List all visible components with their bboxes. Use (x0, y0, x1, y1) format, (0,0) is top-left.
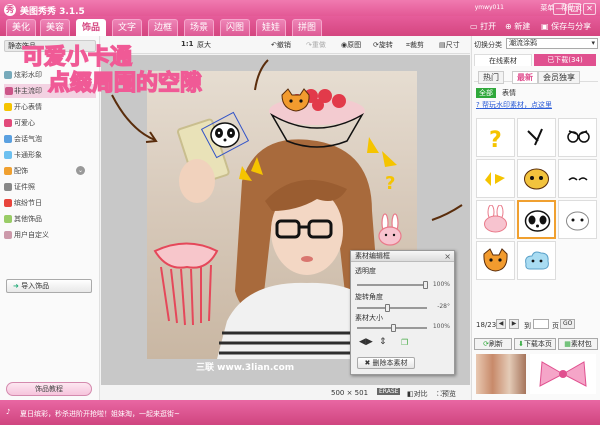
preview-button[interactable]: ⛶预览 (437, 389, 456, 399)
rotation-slider[interactable] (357, 304, 427, 312)
erase-button[interactable]: ERASE (377, 388, 401, 395)
right-panel: 切换分类 潮流涂鸦 ▾ 在线素材 已下载(34) 热门 最新 会员独享 全部 表… (471, 36, 600, 400)
arrow-to-panda (111, 94, 156, 141)
svg-text:?: ? (489, 128, 502, 152)
bow-icon (539, 361, 587, 387)
category-label: 切换分类 (474, 41, 502, 49)
overlay-line-2: 点缀周围的空隙 (48, 70, 202, 96)
sticker-cell[interactable] (517, 241, 556, 280)
delete-material-button[interactable]: ✖ 删除本素材 (357, 357, 415, 369)
page-input[interactable] (533, 319, 549, 329)
refresh-button[interactable]: ⟳刷新 (474, 338, 512, 350)
tab-online-materials[interactable]: 在线素材 (474, 54, 532, 66)
speaker-icon: ♪ (6, 408, 11, 416)
sticker-cell[interactable] (558, 159, 597, 198)
page-suffix: 页 (552, 322, 559, 330)
panda-sticker (524, 210, 551, 232)
size-knob[interactable] (391, 324, 396, 332)
filter-emoji[interactable]: 表情 (502, 88, 516, 98)
white-bunny-sticker (566, 211, 589, 231)
dialog-title: 素材编辑框 (351, 251, 454, 262)
help-icon: ? (476, 101, 480, 109)
transparency-value: 100% (432, 281, 450, 288)
promo-thumbnail-people[interactable] (476, 354, 526, 394)
subtab-new[interactable]: 最新 (512, 71, 538, 84)
size-label: 素材大小 (355, 314, 383, 322)
subtab-bar: 热门 最新 会员独享 (474, 70, 598, 84)
sticker-cell[interactable] (476, 159, 515, 198)
filter-all[interactable]: 全部 (476, 88, 496, 98)
image-dimensions: 500 × 501 (331, 389, 369, 397)
sticker-cell[interactable]: ? (476, 118, 515, 157)
next-page-icon[interactable]: ▶ (509, 319, 519, 329)
dialog-close-icon[interactable]: × (444, 252, 451, 261)
sticker-cell[interactable] (476, 241, 515, 280)
page-counter: 18/23 (476, 321, 497, 329)
sleepy-face-sticker (568, 177, 588, 181)
cheetah-sticker (524, 168, 549, 190)
rotation-label: 旋转角度 (355, 293, 383, 301)
overlay-line-1: 可爱小卡通 (22, 45, 132, 70)
compare-icon: ◧ (407, 390, 414, 398)
chevron-down-icon: ▾ (591, 39, 595, 47)
rotation-value: -28° (437, 303, 450, 310)
sticker-cell[interactable] (558, 118, 597, 157)
download-page-button[interactable]: ⬇下载本页 (514, 338, 556, 350)
arrow-to-cat (254, 59, 269, 91)
tab-downloaded[interactable]: 已下载(34) (534, 54, 596, 66)
sticker-cell[interactable] (476, 200, 515, 239)
transparency-knob[interactable] (423, 281, 428, 289)
status-message[interactable]: 夏日缤彩，秒杀进阶开抢啦！姐妹淘，一起来逛街~ (20, 409, 180, 419)
promo-thumbnail-bow[interactable] (530, 354, 596, 394)
sticker-cell[interactable] (517, 118, 556, 157)
help-link[interactable]: ? 帮玩水印素材，点这里 (476, 100, 552, 110)
size-slider[interactable] (357, 324, 427, 332)
canvas-status-bar: 500 × 501 ERASE ◧对比 ⛶预览 (325, 386, 470, 400)
rotation-knob[interactable] (385, 304, 390, 312)
bottom-status-bar: ♪ 夏日缤彩，秒杀进阶开抢啦！姐妹淘，一起来逛街~ (0, 400, 600, 425)
delete-icon: ✖ (364, 359, 371, 367)
prev-page-icon[interactable]: ◀ (496, 319, 506, 329)
angry-face-sticker (567, 130, 590, 143)
pack-icon: ▦ (564, 340, 571, 348)
arrow-to-bunny (431, 204, 463, 221)
transparency-slider[interactable] (357, 281, 428, 289)
goto-label: 到 (524, 322, 531, 330)
material-pack-button[interactable]: ▦素材包 (558, 338, 598, 350)
spikes-sticker (485, 172, 505, 186)
subtab-vip[interactable]: 会员独享 (538, 71, 580, 84)
category-select[interactable]: 潮流涂鸦 ▾ (506, 38, 598, 49)
check-mark-sticker (527, 128, 543, 146)
copy-icon[interactable]: ❐ (401, 338, 408, 347)
flip-vertical-icon[interactable]: ⇕ (379, 337, 387, 347)
subtab-hot[interactable]: 热门 (478, 71, 504, 84)
flip-horizontal-icon[interactable]: ◀▶ (359, 337, 373, 347)
cloud-face-sticker (525, 251, 549, 270)
orange-cat-sticker (483, 248, 508, 272)
bunny-sticker (484, 205, 507, 233)
size-value: 100% (432, 323, 450, 330)
sticker-cell[interactable] (558, 200, 597, 239)
question-mark-sticker: ? (489, 128, 502, 152)
transparency-label: 透明度 (355, 267, 376, 275)
sticker-cell-selected[interactable] (517, 200, 556, 239)
compare-button[interactable]: ◧对比 (407, 389, 428, 399)
go-button[interactable]: GO (560, 319, 576, 329)
material-edit-dialog: 素材编辑框 × 透明度 100% 旋转角度 -28° 素材大小 100% ◀▶ … (350, 250, 455, 375)
watermark-text: 三联 www.3lian.com (196, 361, 294, 373)
sticker-cell[interactable] (517, 159, 556, 198)
